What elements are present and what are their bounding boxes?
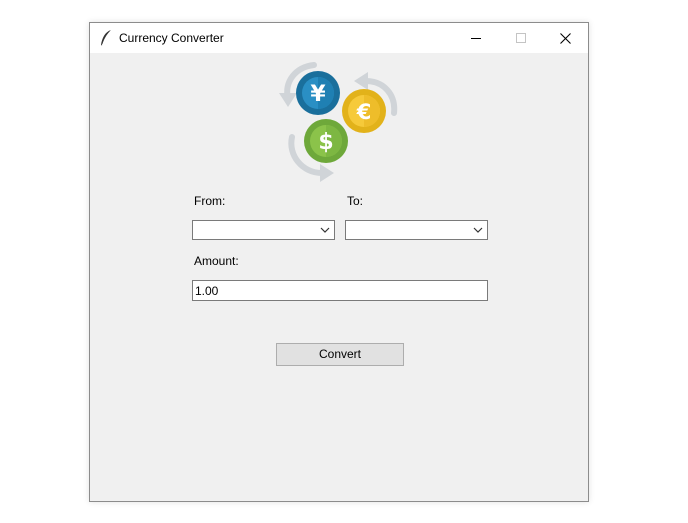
currency-exchange-icon: ¥ € $ <box>279 62 398 182</box>
svg-text:€: € <box>356 100 372 124</box>
exchange-arrowhead-right <box>354 72 368 90</box>
feather-icon <box>101 29 112 46</box>
close-icon <box>560 32 571 44</box>
window-title: Currency Converter <box>119 31 224 45</box>
exchange-arrowhead-bottom <box>320 164 334 182</box>
minimize-icon <box>470 38 481 39</box>
chevron-down-icon <box>473 227 483 233</box>
to-label: To: <box>347 194 364 208</box>
maximize-icon <box>515 33 526 43</box>
svg-text:¥: ¥ <box>310 82 326 107</box>
close-button[interactable] <box>543 23 588 53</box>
app-window: Currency Converter ¥ € $ From: To: Amoun… <box>89 22 589 502</box>
maximize-button[interactable] <box>498 23 543 53</box>
amount-input[interactable] <box>192 280 488 301</box>
to-currency-combobox[interactable] <box>345 220 488 240</box>
amount-label: Amount: <box>194 254 239 268</box>
from-label: From: <box>194 194 226 208</box>
svg-text:$: $ <box>318 130 333 155</box>
minimize-button[interactable] <box>453 23 498 53</box>
euro-coin: € <box>342 89 386 133</box>
title-bar[interactable]: Currency Converter <box>90 23 588 53</box>
convert-button[interactable]: Convert <box>276 343 404 366</box>
exchange-arrowhead-top-left <box>279 93 297 107</box>
chevron-down-icon <box>320 227 330 233</box>
dollar-coin: $ <box>304 119 348 163</box>
from-currency-combobox[interactable] <box>192 220 335 240</box>
yen-coin: ¥ <box>296 71 340 115</box>
